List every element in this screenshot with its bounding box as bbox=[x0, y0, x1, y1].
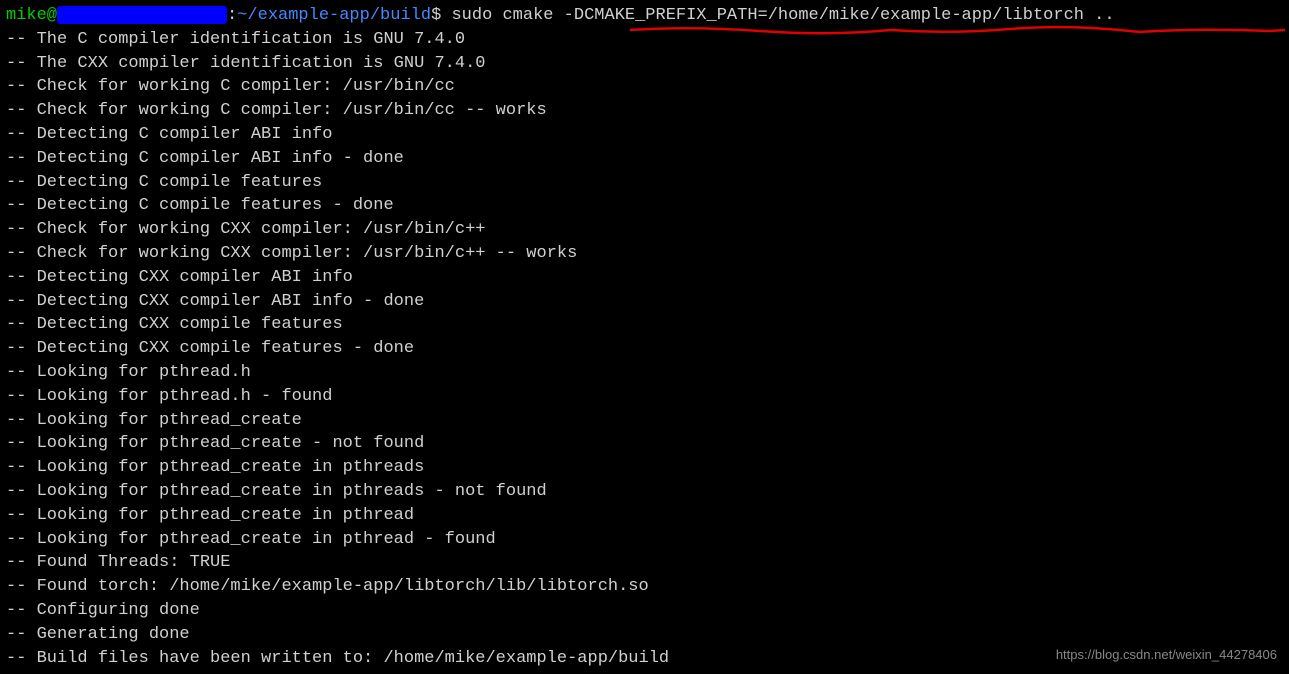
output-line: -- Detecting CXX compile features - done bbox=[6, 337, 1283, 361]
output-line: -- Configuring done bbox=[6, 599, 1283, 623]
output-line: -- Detecting C compiler ABI info bbox=[6, 123, 1283, 147]
prompt-user: mike@ bbox=[6, 6, 57, 25]
output-line: -- Looking for pthread_create in pthread… bbox=[6, 480, 1283, 504]
command-input[interactable]: sudo cmake -DCMAKE_PREFIX_PATH=/home/mik… bbox=[441, 6, 1114, 25]
output-line: -- Check for working C compiler: /usr/bi… bbox=[6, 75, 1283, 99]
prompt-hostname-redacted bbox=[57, 6, 227, 24]
output-line: -- Detecting C compile features bbox=[6, 171, 1283, 195]
output-line: -- Detecting C compiler ABI info - done bbox=[6, 147, 1283, 171]
prompt-line[interactable]: mike@:~/example-app/build$ sudo cmake -D… bbox=[6, 4, 1283, 28]
output-line: -- Check for working C compiler: /usr/bi… bbox=[6, 99, 1283, 123]
output-line: -- The CXX compiler identification is GN… bbox=[6, 52, 1283, 76]
output-line: -- Looking for pthread.h bbox=[6, 361, 1283, 385]
watermark: https://blog.csdn.net/weixin_44278406 bbox=[1056, 646, 1277, 664]
output-line: -- Detecting CXX compiler ABI info bbox=[6, 266, 1283, 290]
output-line: -- Detecting CXX compiler ABI info - don… bbox=[6, 290, 1283, 314]
prompt-dollar: $ bbox=[431, 6, 441, 25]
output-line: -- Looking for pthread_create in pthread bbox=[6, 504, 1283, 528]
output-line: -- Check for working CXX compiler: /usr/… bbox=[6, 218, 1283, 242]
output-line: -- Looking for pthread_create - not foun… bbox=[6, 432, 1283, 456]
output-line: -- Looking for pthread.h - found bbox=[6, 385, 1283, 409]
terminal-output: -- The C compiler identification is GNU … bbox=[6, 28, 1283, 671]
output-line: -- Check for working CXX compiler: /usr/… bbox=[6, 242, 1283, 266]
prompt-separator: : bbox=[227, 6, 237, 25]
output-line: -- The C compiler identification is GNU … bbox=[6, 28, 1283, 52]
output-line: -- Looking for pthread_create in pthread… bbox=[6, 528, 1283, 552]
output-line: -- Found torch: /home/mike/example-app/l… bbox=[6, 575, 1283, 599]
output-line: -- Generating done bbox=[6, 623, 1283, 647]
output-line: -- Looking for pthread_create in pthread… bbox=[6, 456, 1283, 480]
output-line: -- Looking for pthread_create bbox=[6, 409, 1283, 433]
output-line: -- Found Threads: TRUE bbox=[6, 551, 1283, 575]
output-line: -- Detecting C compile features - done bbox=[6, 194, 1283, 218]
output-line: -- Detecting CXX compile features bbox=[6, 313, 1283, 337]
prompt-path: ~/example-app/build bbox=[237, 6, 431, 25]
